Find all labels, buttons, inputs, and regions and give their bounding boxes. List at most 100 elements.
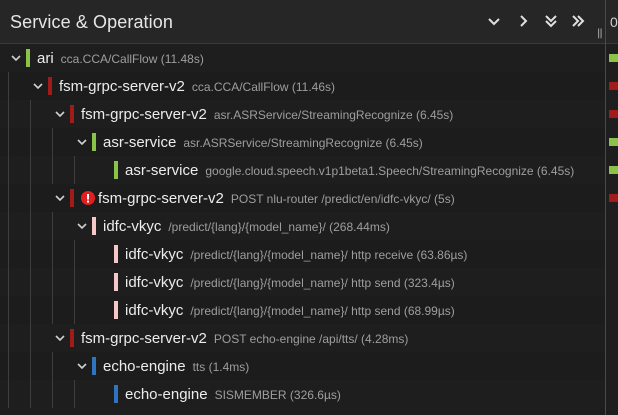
indent-guide [8,100,9,128]
service-label: fsm-grpc-server-v2 [81,106,207,123]
service-name: echo-engine tts (1.4ms) [103,358,249,375]
indent-guide [30,212,31,240]
span-row[interactable]: fsm-grpc-server-v2 asr.ASRService/Streami… [0,100,605,128]
service-color-swatch [92,133,96,151]
chevron-down-icon[interactable] [76,220,88,232]
indent-guide [8,184,9,212]
service-label: fsm-grpc-server-v2 [81,330,207,347]
collapse-all-icon[interactable] [567,10,589,32]
expand-one-level-icon[interactable] [483,10,505,32]
span-row[interactable]: asr-service google.cloud.speech.v1p1beta1… [0,156,605,184]
service-name: idfc-vkyc/predict/{lang}/{model_name}/ h… [125,302,455,319]
indent-guide [8,240,9,268]
span-timeline-bar[interactable] [609,54,618,62]
service-color-swatch [70,329,74,347]
service-label: fsm-grpc-server-v2 [98,190,224,207]
operation-label: cca.CCA/CallFlow (11.46s) [191,80,336,94]
chevron-down-icon[interactable] [54,332,66,344]
indent-guide [30,100,31,128]
indent-guide [52,268,53,296]
service-label: idfc-vkyc [103,218,162,235]
indent-guide [52,296,53,324]
span-timeline-bar[interactable] [609,138,618,146]
span-row[interactable]: echo-engine tts (1.4ms) [0,352,605,380]
span-row[interactable]: fsm-grpc-server-v2 POST echo-engine /api/… [0,324,605,352]
operation-label: /predict/{lang}/{model_name}/ http send … [190,276,455,290]
chevron-down-icon[interactable] [76,360,88,372]
service-label: echo-engine [103,358,186,375]
span-timeline-bar[interactable] [609,110,618,118]
chevron-down-icon[interactable] [54,192,66,204]
indent-guide [8,72,9,100]
indent-guide [52,128,53,156]
service-color-swatch [92,357,96,375]
indent-guide [8,324,9,352]
expand-all-icon[interactable] [540,10,562,32]
service-label: asr-service [103,134,177,151]
column-title: Service & Operation [10,12,173,32]
operation-label: /predict/{lang}/{model_name}/ http recei… [190,248,468,262]
span-row[interactable]: asr-service asr.ASRService/StreamingRecog… [0,128,605,156]
service-color-swatch [70,105,74,123]
span-row[interactable]: ari cca.CCA/CallFlow (11.48s) [0,44,605,72]
service-color-swatch [114,273,118,291]
span-timeline-bar[interactable] [609,194,618,202]
operation-label: POST echo-engine /api/tts/ (4.28ms) [213,332,409,346]
service-color-swatch [114,385,118,403]
span-row[interactable]: echo-engine SISMEMBER (326.6µs) [0,380,605,408]
collapse-one-level-icon[interactable] [512,10,534,32]
chevron-down-icon[interactable] [32,80,44,92]
indent-guide [74,268,75,296]
service-label: asr-service [125,162,199,179]
operation-label: SISMEMBER (326.6µs) [214,388,341,402]
span-row[interactable]: idfc-vkyc/predict/{lang}/{model_name}/ h… [0,268,605,296]
service-name: idfc-vkyc/predict/{lang}/{model_name}/ h… [125,246,467,263]
indent-guide [8,296,9,324]
operation-label: asr.ASRService/StreamingRecognize (6.45s… [213,108,454,122]
indent-guide [74,380,75,408]
column-divider[interactable] [605,0,606,415]
indent-guide [30,380,31,408]
indent-guide [30,324,31,352]
span-row[interactable]: idfc-vkyc/predict/{lang}/{model_name}/ h… [0,240,605,268]
span-row[interactable]: fsm-grpc-server-v2 cca.CCA/CallFlow (11.4… [0,72,605,100]
chevron-down-icon[interactable] [10,52,22,64]
service-name: ari cca.CCA/CallFlow (11.48s) [37,50,204,67]
service-name: fsm-grpc-server-v2 POST echo-engine /api/… [81,330,408,347]
service-label: idfc-vkyc [125,274,184,291]
indent-guide [52,240,53,268]
indent-guide [30,184,31,212]
operation-label: cca.CCA/CallFlow (11.48s) [60,52,204,66]
column-resize-handle[interactable]: || [597,28,603,39]
indent-guide [30,240,31,268]
trace-tree-header: Service & Operation || 0 [0,0,618,44]
span-timeline-bar[interactable] [609,82,618,90]
service-color-swatch [26,49,30,67]
service-color-swatch [114,161,118,179]
indent-guide [8,156,9,184]
operation-label: /predict/{lang}/{model_name}/ (268.44ms) [168,220,390,234]
service-label: idfc-vkyc [125,246,184,263]
indent-guide [8,128,9,156]
indent-guide [52,352,53,380]
operation-label: asr.ASRService/StreamingRecognize (6.45s… [183,136,423,150]
indent-guide [52,156,53,184]
service-name: asr-service google.cloud.speech.v1p1beta1… [125,162,574,179]
service-label: idfc-vkyc [125,302,184,319]
span-tree: ari cca.CCA/CallFlow (11.48s) fsm-grpc-ser… [0,44,605,408]
span-row[interactable]: fsm-grpc-server-v2 POST nlu-router /predi… [0,184,605,212]
span-row[interactable]: idfc-vkyc/predict/{lang}/{model_name}/ h… [0,296,605,324]
service-color-swatch [114,301,118,319]
chevron-down-icon[interactable] [54,108,66,120]
indent-guide [74,296,75,324]
service-color-swatch [114,245,118,263]
chevron-down-icon[interactable] [76,136,88,148]
service-color-swatch [92,217,96,235]
timeline-tick-label: 0 [610,14,618,30]
indent-guide [74,240,75,268]
span-timeline-bar[interactable] [609,166,618,174]
service-label: ari [37,50,54,67]
indent-guide [30,268,31,296]
span-row[interactable]: idfc-vkyc/predict/{lang}/{model_name}/ (… [0,212,605,240]
indent-guide [30,156,31,184]
